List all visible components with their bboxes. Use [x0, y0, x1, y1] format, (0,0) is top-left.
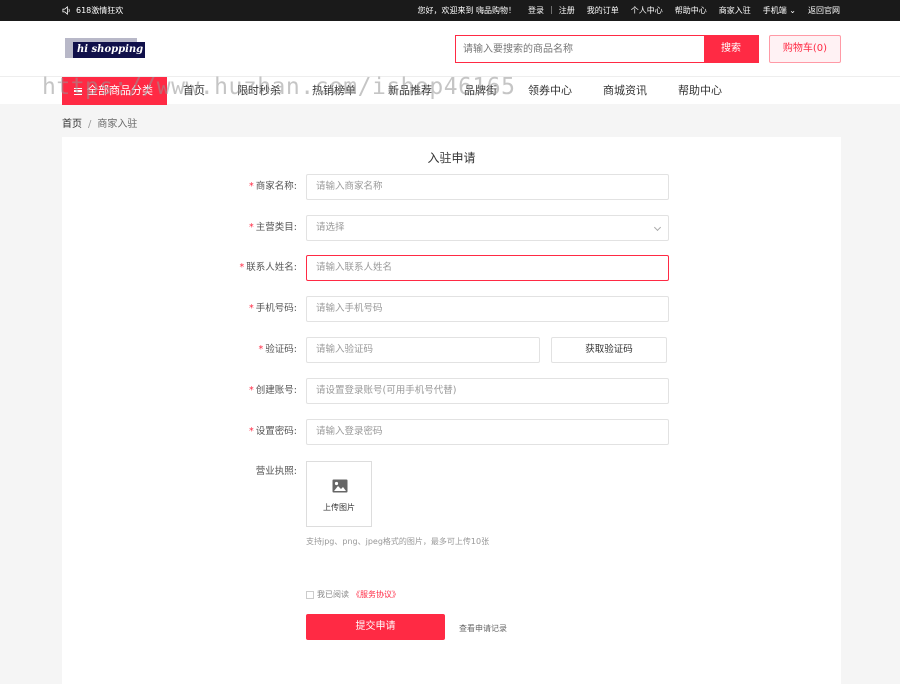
- agree-text: 我已阅读: [317, 590, 349, 599]
- breadcrumb-separator: /: [88, 119, 92, 130]
- contact-name-label: * 联系人姓名:: [240, 255, 297, 281]
- official-site-link[interactable]: 返回官网: [808, 5, 840, 16]
- search-bar: 搜索: [455, 35, 759, 63]
- breadcrumb-home[interactable]: 首页: [62, 119, 82, 130]
- password-label: * 设置密码:: [249, 419, 297, 445]
- service-agreement-link[interactable]: 《服务协议》: [352, 589, 400, 600]
- code-label: * 验证码:: [259, 337, 297, 363]
- merchant-link[interactable]: 商家入驻: [719, 5, 751, 16]
- my-orders-link[interactable]: 我的订单: [587, 5, 619, 16]
- page-title: 入驻申请: [427, 151, 476, 165]
- top-bar: 618激情狂欢 您好，欢迎来到 嗨品购物！ 登录 | 注册 我的订单 个人中心 …: [0, 0, 900, 21]
- chevron-down-icon: [653, 223, 662, 232]
- upload-hint: 支持jpg、png、jpeg格式的图片，最多可上传10张: [306, 537, 490, 546]
- nav-item-home[interactable]: 首页: [183, 77, 205, 105]
- nav-item-new-arrivals[interactable]: 新品推荐: [388, 77, 432, 105]
- all-categories-label: 全部商品分类: [87, 84, 153, 97]
- category-select[interactable]: 请选择: [306, 215, 669, 241]
- category-label-text: 主营类目:: [255, 222, 297, 233]
- phone-row: * 手机号码: 请输入手机号码: [62, 296, 841, 322]
- agree-checkbox[interactable]: [306, 590, 314, 599]
- category-select-value: 请选择: [316, 222, 345, 233]
- login-register-separator: |: [550, 5, 553, 14]
- mobile-label: 手机端: [762, 6, 787, 15]
- code-input[interactable]: 请输入验证码: [306, 337, 540, 363]
- required-mark: *: [239, 262, 245, 273]
- required-mark: *: [249, 181, 254, 192]
- agreement: 我已阅读 《服务协议》: [306, 589, 400, 600]
- register-link[interactable]: 注册: [559, 5, 575, 16]
- license-row: 营业执照:: [62, 461, 841, 487]
- phone-label: * 手机号码:: [249, 296, 297, 322]
- nav-item-coupons[interactable]: 领券中心: [528, 77, 572, 105]
- account-label-text: 创建账号:: [255, 385, 297, 396]
- view-records-link[interactable]: 查看申请记录: [459, 623, 507, 634]
- speaker-icon: [62, 6, 70, 15]
- code-row: * 验证码: 请输入验证码 获取验证码: [62, 337, 841, 363]
- site-header: hi shopping 搜索 购物车(0): [0, 21, 900, 76]
- top-links: 您好，欢迎来到 嗨品购物！ 登录 | 注册 我的订单 个人中心 帮助中心 商家入…: [418, 5, 841, 16]
- upload-image-button[interactable]: 上传图片: [306, 461, 372, 527]
- category-label: * 主营类目:: [249, 215, 297, 241]
- required-mark: *: [249, 222, 254, 233]
- breadcrumb-current: 商家入驻: [97, 119, 138, 130]
- nav-item-best-sellers[interactable]: 热销榜单: [312, 77, 356, 105]
- account-label: * 创建账号:: [249, 378, 297, 404]
- merchant-name-label-text: 商家名称:: [255, 181, 297, 192]
- all-categories-button[interactable]: 全部商品分类: [62, 77, 167, 105]
- profile-link[interactable]: 个人中心: [631, 5, 663, 16]
- logo-text: hi shopping: [73, 42, 145, 58]
- mobile-link[interactable]: 手机端 ⌄: [763, 5, 796, 16]
- code-label-text: 验证码:: [265, 344, 297, 355]
- nav-item-brands[interactable]: 品牌街: [464, 77, 497, 105]
- phone-input[interactable]: 请输入手机号码: [306, 296, 669, 322]
- contact-name-row: * 联系人姓名: 请输入联系人姓名: [62, 255, 841, 281]
- search-input[interactable]: [456, 36, 704, 62]
- menu-icon: [74, 87, 82, 95]
- search-button[interactable]: 搜索: [704, 36, 758, 62]
- contact-name-input[interactable]: 请输入联系人姓名: [306, 255, 669, 281]
- nav-item-help[interactable]: 帮助中心: [678, 77, 722, 105]
- login-link[interactable]: 登录: [528, 5, 544, 16]
- merchant-name-label: * 商家名称:: [249, 174, 297, 200]
- password-input[interactable]: 请输入登录密码: [306, 419, 669, 445]
- category-row: * 主营类目: 请选择: [62, 215, 841, 241]
- merchant-name-row: * 商家名称: 请输入商家名称: [62, 174, 841, 200]
- application-form: 入驻申请 * 商家名称: 请输入商家名称 * 主营类目: 请选择 * 联系人姓名: 请…: [62, 137, 841, 684]
- submit-button[interactable]: 提交申请: [306, 614, 445, 640]
- license-label: 营业执照:: [255, 466, 297, 477]
- phone-label-text: 手机号码:: [255, 303, 297, 314]
- breadcrumb: 首页 / 商家入驻: [62, 115, 137, 130]
- account-input[interactable]: 请设置登录账号(可用手机号代替): [306, 378, 669, 404]
- account-row: * 创建账号: 请设置登录账号(可用手机号代替): [62, 378, 841, 404]
- password-label-text: 设置密码:: [255, 426, 297, 437]
- promo-notice[interactable]: 618激情狂欢: [62, 5, 123, 16]
- promo-text: 618激情狂欢: [76, 6, 124, 15]
- nav-item-news[interactable]: 商城资讯: [603, 77, 647, 105]
- cart-button[interactable]: 购物车(0): [769, 35, 841, 63]
- required-mark: *: [258, 344, 264, 355]
- contact-name-label-text: 联系人姓名:: [246, 262, 297, 273]
- site-logo[interactable]: hi shopping: [65, 36, 145, 60]
- nav-item-flash-sale[interactable]: 限时秒杀: [237, 77, 281, 105]
- image-icon: [332, 479, 348, 493]
- welcome-text: 您好，欢迎来到 嗨品购物！: [417, 6, 517, 15]
- required-mark: *: [249, 385, 254, 396]
- required-mark: *: [249, 426, 254, 437]
- password-row: * 设置密码: 请输入登录密码: [62, 419, 841, 445]
- upload-label: 上传图片: [323, 503, 355, 512]
- main-nav: 全部商品分类 首页 限时秒杀 热销榜单 新品推荐 品牌街 领券中心 商城资讯 帮…: [0, 76, 900, 105]
- chevron-down-icon: ⌄: [789, 6, 796, 15]
- get-code-button[interactable]: 获取验证码: [551, 337, 667, 363]
- merchant-name-input[interactable]: 请输入商家名称: [306, 174, 669, 200]
- help-link[interactable]: 帮助中心: [675, 5, 707, 16]
- required-mark: *: [249, 303, 254, 314]
